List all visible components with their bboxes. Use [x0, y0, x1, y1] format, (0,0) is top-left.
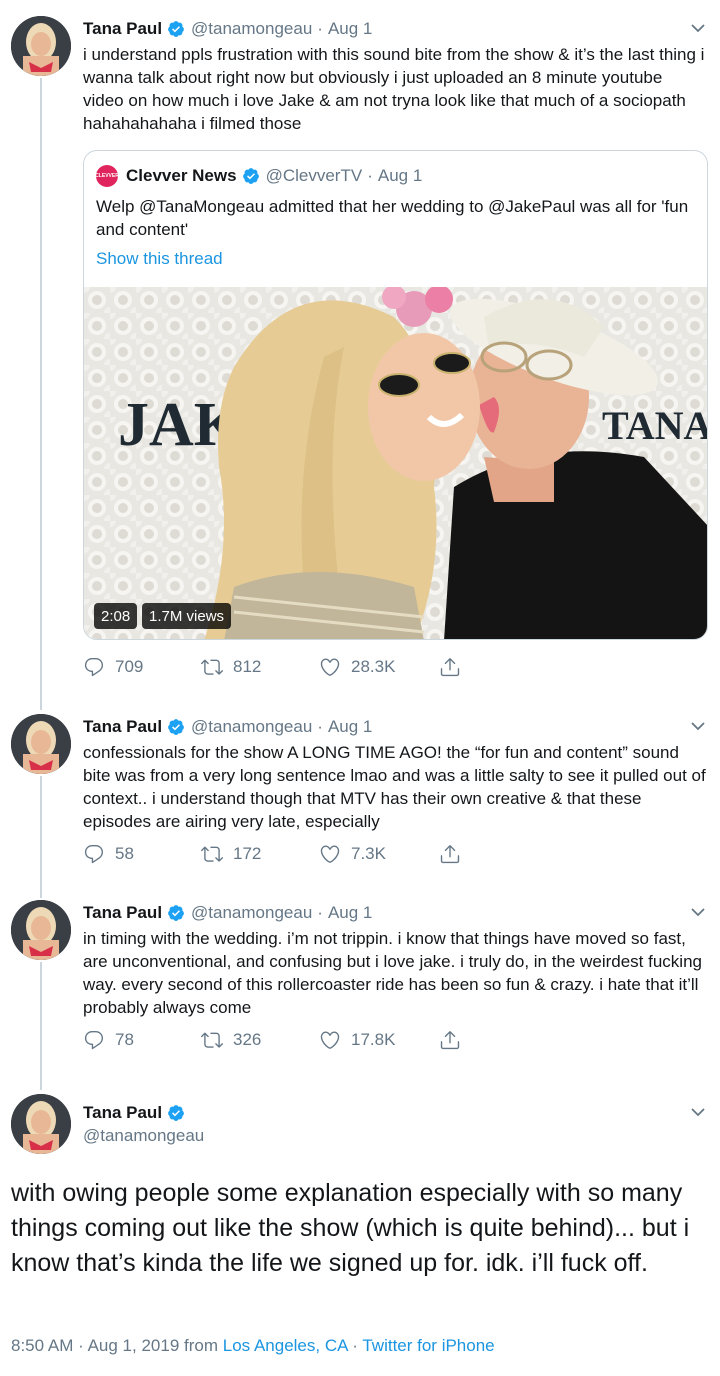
separator: ·	[317, 717, 323, 736]
share-icon	[440, 1031, 460, 1050]
display-name[interactable]: Tana Paul	[83, 19, 162, 39]
tweet-actions: 709 812 28.3K	[83, 656, 483, 682]
retweet-icon	[201, 659, 223, 675]
like-button[interactable]: 17.8K	[319, 1029, 395, 1051]
tweet[interactable]: Tana Paul @tanamongeau · Aug 1 i underst…	[0, 0, 720, 700]
handle[interactable]: @tanamongeau	[191, 717, 312, 737]
retweet-count: 172	[233, 844, 262, 863]
display-name[interactable]: Tana Paul	[83, 717, 162, 737]
like-button[interactable]: 28.3K	[319, 656, 395, 678]
reply-icon	[84, 658, 104, 677]
tweet-header: Tana Paul @tanamongeau · Aug 1	[83, 900, 372, 926]
location-link[interactable]: Los Angeles, CA	[223, 1336, 348, 1355]
tweet-header: Tana Paul @tanamongeau · Aug 1	[83, 16, 372, 42]
chevron-down-icon[interactable]	[690, 20, 706, 36]
client-link[interactable]: Twitter for iPhone	[362, 1336, 494, 1355]
like-count: 7.3K	[351, 844, 386, 863]
like-count: 17.8K	[351, 1030, 396, 1049]
quoted-tweet-text: Welp @TanaMongeau admitted that her wedd…	[96, 197, 689, 239]
retweet-icon	[201, 1032, 223, 1048]
clevver-logo: CLEVVER	[95, 165, 119, 187]
timestamp[interactable]: Aug 1	[328, 903, 372, 923]
verified-badge-icon	[167, 718, 185, 736]
handle[interactable]: @tanamongeau	[83, 1126, 204, 1146]
tweet-text: in timing with the wedding. i’m not trip…	[83, 929, 702, 1017]
quoted-tweet-header: CLEVVER Clevver News @ClevverTV · Aug 1	[95, 165, 423, 187]
like-button[interactable]: 7.3K	[319, 843, 386, 865]
display-name: Clevver News	[126, 166, 237, 185]
tweet[interactable]: Tana Paul @tanamongeau · Aug 1 in timing…	[0, 886, 720, 1072]
timestamp: Aug 1	[377, 166, 423, 185]
tweet-actions: 58 172 7.3K	[83, 843, 483, 869]
retweet-button[interactable]: 812	[201, 656, 261, 678]
video-views: 1.7M views	[142, 603, 232, 629]
retweet-button[interactable]: 172	[201, 843, 261, 865]
timestamp[interactable]: Aug 1	[328, 717, 372, 737]
separator: ·	[317, 903, 323, 922]
reply-count: 78	[115, 1030, 134, 1049]
handle[interactable]: @tanamongeau	[191, 903, 312, 923]
tweet-actions: 78 326 17.8K	[83, 1029, 483, 1055]
share-button[interactable]	[439, 1029, 471, 1051]
from-label: from	[184, 1336, 219, 1355]
retweet-icon	[201, 846, 223, 862]
timestamp[interactable]: Aug 1	[328, 19, 372, 39]
share-icon	[440, 845, 460, 864]
chevron-down-icon[interactable]	[690, 718, 706, 734]
heart-icon	[320, 845, 340, 863]
tweet-text: i understand ppls frustration with this …	[83, 45, 705, 133]
reply-button[interactable]: 709	[83, 656, 143, 678]
backdrop-sign-tana: TANA	[602, 403, 708, 448]
separator: ·	[352, 1336, 358, 1355]
chevron-down-icon[interactable]	[690, 904, 706, 920]
reply-icon	[84, 845, 104, 864]
tweet-metadata: 8:50 AM · Aug 1, 2019 from Los Angeles, …	[11, 1336, 495, 1356]
tweet-time[interactable]: 8:50 AM	[11, 1336, 73, 1355]
display-name[interactable]: Tana Paul	[83, 903, 162, 923]
chevron-down-icon[interactable]	[690, 1104, 706, 1120]
retweet-button[interactable]: 326	[201, 1029, 261, 1051]
reply-count: 709	[115, 657, 144, 676]
avatar[interactable]	[11, 900, 71, 960]
handle: @ClevverTV	[265, 166, 363, 185]
display-name[interactable]: Tana Paul	[83, 1103, 162, 1123]
share-button[interactable]	[439, 843, 471, 865]
reply-icon	[84, 1031, 104, 1050]
reply-count: 58	[115, 844, 134, 863]
video-player[interactable]: JAKE TANA	[84, 287, 708, 639]
heart-icon	[320, 1031, 340, 1049]
avatar[interactable]	[11, 714, 71, 774]
avatar[interactable]	[11, 16, 71, 76]
like-count: 28.3K	[351, 657, 396, 676]
verified-badge-icon	[167, 1104, 185, 1122]
video-duration: 2:08	[94, 603, 138, 629]
verified-badge-icon	[242, 167, 260, 185]
share-button[interactable]	[439, 656, 471, 678]
quoted-tweet[interactable]: CLEVVER Clevver News @ClevverTV · Aug 1 …	[83, 150, 708, 640]
reply-button[interactable]: 78	[83, 1029, 134, 1051]
tweet[interactable]: Tana Paul @tanamongeau · Aug 1 confessio…	[0, 700, 720, 886]
verified-badge-icon	[167, 904, 185, 922]
heart-icon	[320, 658, 340, 676]
separator: ·	[317, 19, 323, 38]
separator: ·	[78, 1336, 84, 1355]
handle[interactable]: @tanamongeau	[191, 19, 312, 39]
retweet-count: 812	[233, 657, 262, 676]
tweet-header: Tana Paul @tanamongeau · Aug 1	[83, 714, 372, 740]
separator: ·	[367, 166, 373, 185]
share-icon	[440, 658, 460, 677]
tweet-text: confessionals for the show A LONG TIME A…	[83, 743, 706, 831]
tweet-header: Tana Paul	[83, 1100, 191, 1126]
retweet-count: 326	[233, 1030, 262, 1049]
show-thread-link[interactable]: Show this thread	[96, 249, 223, 269]
tweet-date[interactable]: Aug 1, 2019	[88, 1336, 180, 1355]
avatar[interactable]	[11, 1094, 71, 1154]
tweet-text: with owing people some explanation espec…	[11, 1179, 690, 1277]
reply-button[interactable]: 58	[83, 843, 134, 865]
verified-badge-icon	[167, 20, 185, 38]
